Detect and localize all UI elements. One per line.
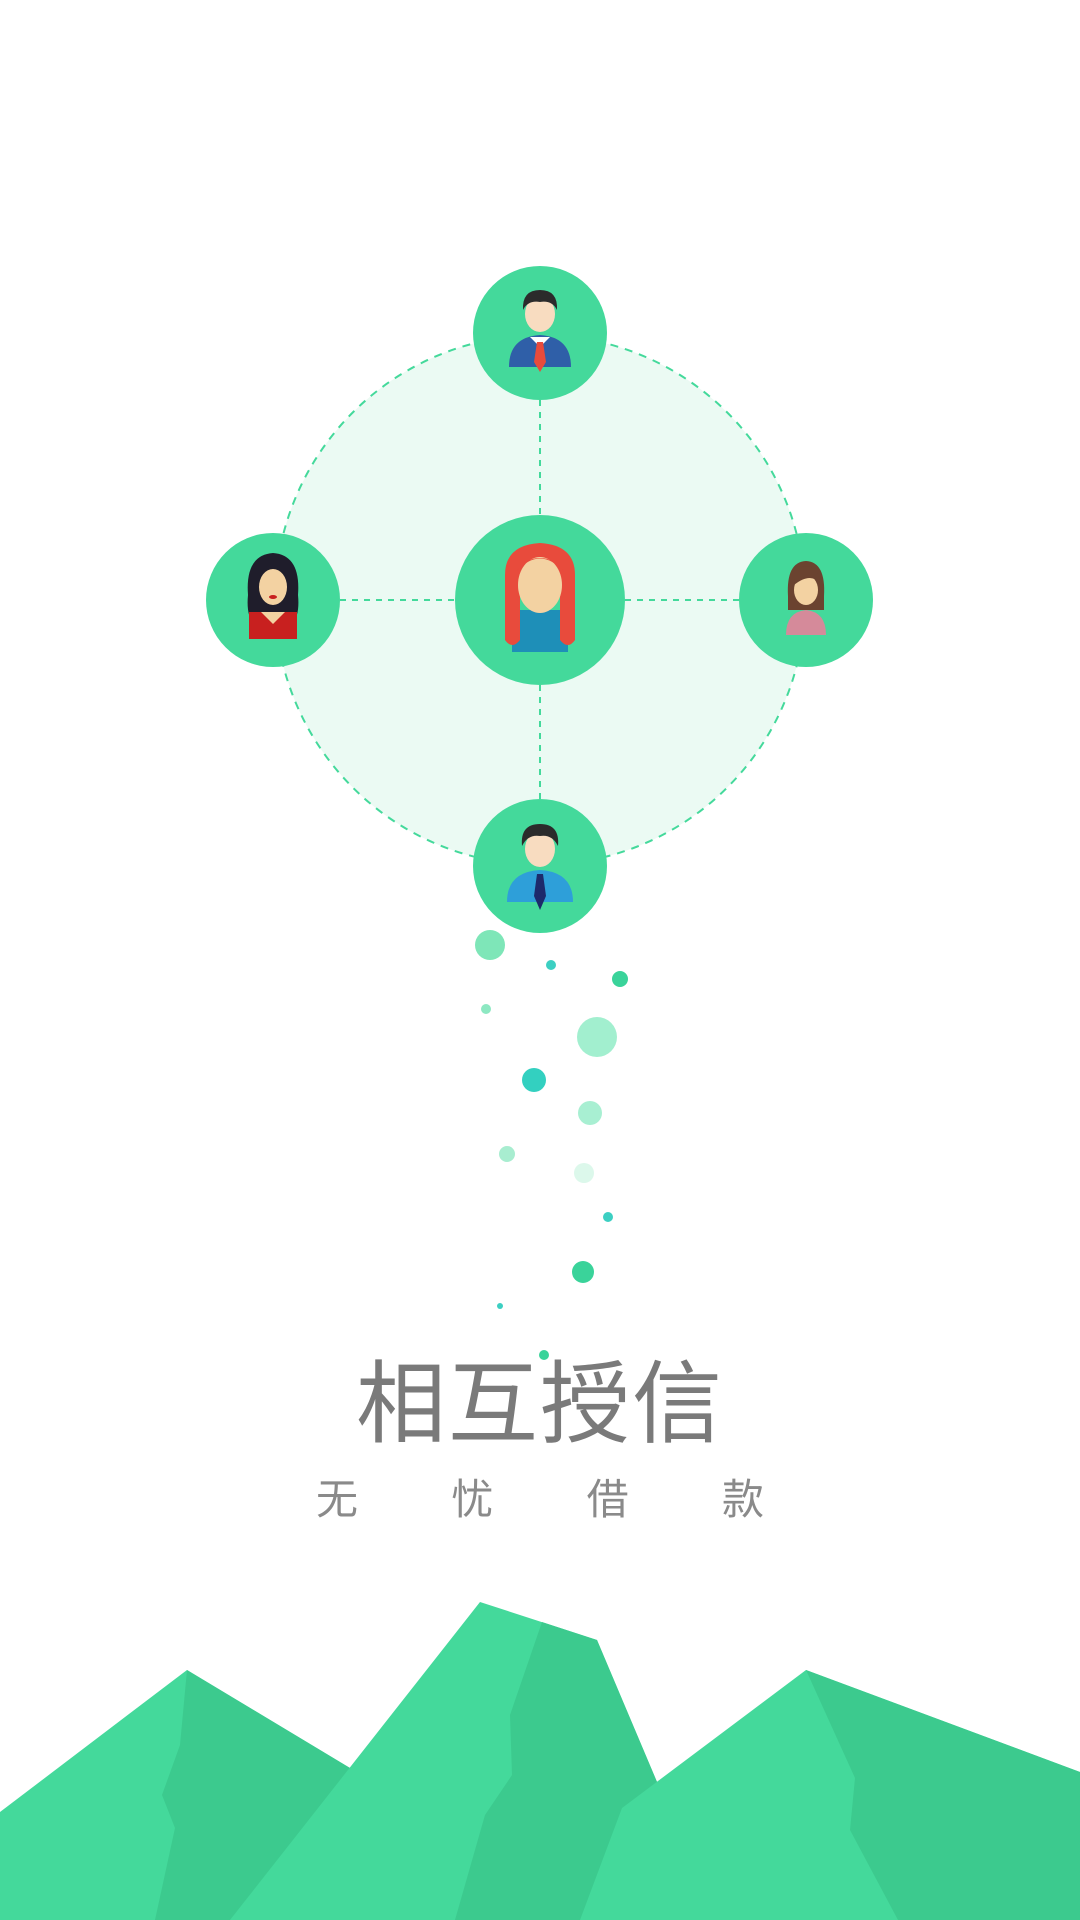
dot bbox=[475, 930, 505, 960]
mountain-landscape bbox=[0, 1602, 1080, 1920]
illustration bbox=[0, 266, 1080, 1920]
headline-title: 相互授信 bbox=[356, 1352, 724, 1457]
dot bbox=[522, 1068, 546, 1092]
floating-dots bbox=[475, 930, 628, 1360]
man-blue-shirt-dark-tie-avatar-icon bbox=[473, 799, 607, 933]
network-graphic bbox=[206, 266, 873, 933]
dot bbox=[578, 1101, 602, 1125]
dot bbox=[499, 1146, 515, 1162]
dot bbox=[612, 971, 628, 987]
woman-brown-hair-avatar-icon bbox=[739, 533, 873, 667]
dot bbox=[546, 960, 556, 970]
dot bbox=[577, 1017, 617, 1057]
dot bbox=[572, 1261, 594, 1283]
dot bbox=[574, 1163, 594, 1183]
woman-black-curly-hair-avatar-icon bbox=[206, 533, 340, 667]
dot bbox=[603, 1212, 613, 1222]
woman-red-hair-avatar-icon bbox=[455, 515, 625, 685]
dot bbox=[481, 1004, 491, 1014]
dot bbox=[497, 1303, 503, 1309]
tagline-subtitle: 无 忧 借 款 bbox=[315, 1475, 805, 1524]
man-blue-suit-red-tie-avatar-icon bbox=[473, 266, 607, 400]
